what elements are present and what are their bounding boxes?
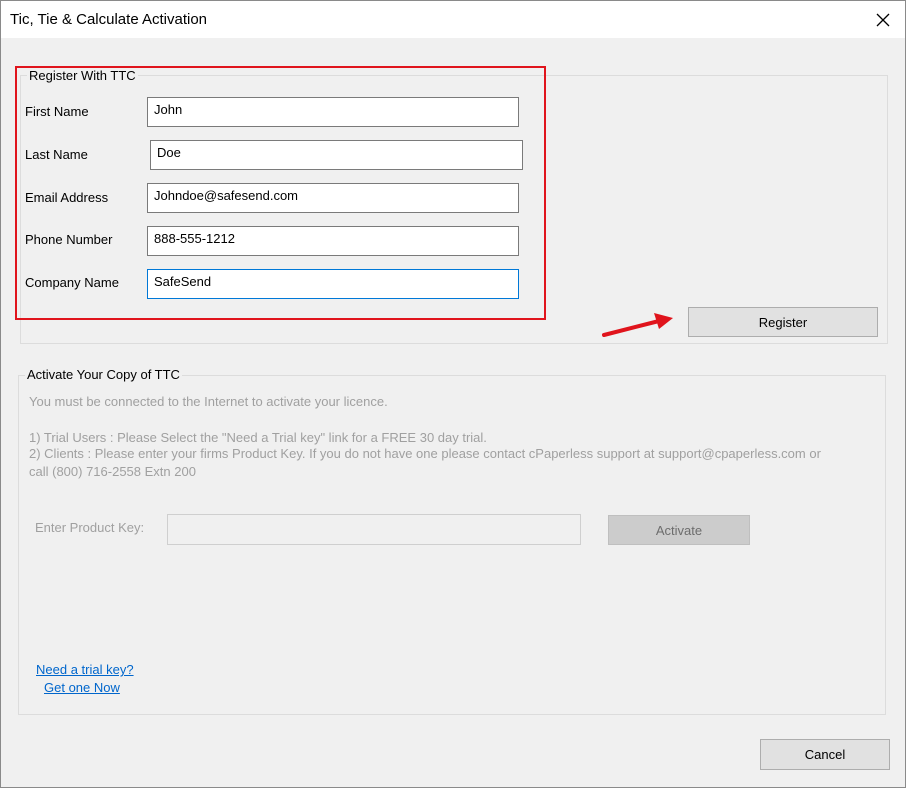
activate-group xyxy=(18,375,886,715)
info-text-4: call (800) 716-2558 Extn 200 xyxy=(29,464,196,479)
info-text-2: 1) Trial Users : Please Select the "Need… xyxy=(29,430,487,445)
title-bar: Tic, Tie & Calculate Activation xyxy=(1,1,905,38)
info-text-1: You must be connected to the Internet to… xyxy=(29,394,388,409)
highlight-frame xyxy=(15,66,546,320)
arrow-annotation xyxy=(602,313,673,337)
register-button[interactable]: Register xyxy=(688,307,878,337)
product-key-input[interactable] xyxy=(167,514,581,545)
cancel-button[interactable]: Cancel xyxy=(760,739,890,770)
activation-dialog: Tic, Tie & Calculate Activation Register… xyxy=(0,0,906,788)
product-key-label: Enter Product Key: xyxy=(35,520,145,535)
activate-group-legend: Activate Your Copy of TTC xyxy=(25,367,182,382)
close-button[interactable] xyxy=(861,1,905,38)
close-icon xyxy=(876,13,890,26)
activate-button[interactable]: Activate xyxy=(608,515,750,545)
trial-link-text-2[interactable]: Get one Now xyxy=(36,680,120,695)
trial-link-text-1[interactable]: Need a trial key? xyxy=(36,662,134,677)
window-title: Tic, Tie & Calculate Activation xyxy=(10,11,208,28)
info-text-3: 2) Clients : Please enter your firms Pro… xyxy=(29,446,821,461)
